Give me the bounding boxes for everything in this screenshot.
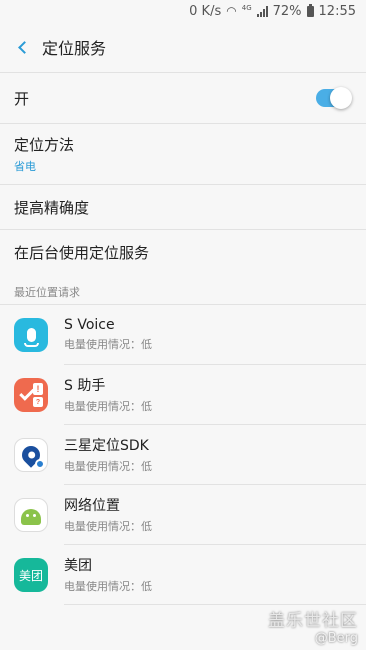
signal-icon (256, 5, 268, 17)
status-bar: 0 K/s ◠ 4G 72% 12:55 (0, 0, 366, 22)
watermark-author: @Berg (314, 631, 358, 646)
list-item[interactable]: 三星定位SDK 电量使用情况：低 (0, 425, 366, 485)
network-speed: 0 K/s (189, 3, 222, 19)
battery-icon (306, 3, 314, 17)
s-assistant-icon: !? (14, 378, 48, 412)
samsung-location-sdk-icon (14, 438, 48, 472)
s-voice-icon (14, 318, 48, 352)
app-name: S 助手 (64, 378, 106, 394)
location-master-switch-row[interactable]: 开 (0, 73, 366, 123)
battery-usage: 电量使用情况：低 (64, 338, 152, 351)
improve-accuracy-label: 提高精确度 (14, 198, 90, 217)
clock: 12:55 (318, 3, 356, 19)
battery-usage: 电量使用情况：低 (64, 400, 152, 413)
location-toggle[interactable] (316, 87, 352, 109)
list-item[interactable]: 网络位置 电量使用情况：低 (0, 485, 366, 545)
page-title: 定位服务 (42, 39, 107, 58)
list-item[interactable]: S Voice 电量使用情况：低 (0, 305, 366, 365)
watermark-title: 盖乐世社区 (268, 611, 358, 631)
battery-percent: 72% (272, 3, 302, 19)
location-method-row[interactable]: 定位方法 省电 (0, 124, 366, 184)
app-name: 美团 (64, 558, 92, 574)
app-name: S Voice (64, 317, 115, 333)
location-method-value: 省电 (14, 160, 36, 173)
location-method-label: 定位方法 (14, 136, 75, 154)
list-item[interactable]: !? S 助手 电量使用情况：低 (0, 365, 366, 425)
network-type: 4G (241, 4, 252, 12)
recent-requests-list: S Voice 电量使用情况：低 !? S 助手 电量使用情况：低 三星定位SD… (0, 305, 366, 605)
switch-label: 开 (14, 89, 30, 108)
background-location-label: 在后台使用定位服务 (14, 243, 150, 262)
list-item[interactable]: 美团 美团 电量使用情况：低 (0, 545, 366, 605)
recent-requests-header: 最近位置请求 (14, 286, 80, 299)
background-location-row[interactable]: 在后台使用定位服务 (0, 230, 366, 274)
wifi-icon: ◠ (226, 4, 237, 18)
battery-usage: 电量使用情况：低 (64, 580, 152, 593)
app-header: 定位服务 (0, 22, 366, 72)
app-name: 网络位置 (64, 498, 120, 514)
battery-usage: 电量使用情况：低 (64, 520, 152, 533)
back-arrow-icon[interactable] (12, 37, 32, 57)
improve-accuracy-row[interactable]: 提高精确度 (0, 185, 366, 229)
battery-usage: 电量使用情况：低 (64, 460, 152, 473)
toggle-knob (330, 87, 352, 109)
meituan-icon: 美团 (14, 558, 48, 592)
android-network-location-icon (14, 498, 48, 532)
app-name: 三星定位SDK (64, 438, 149, 454)
meituan-icon-text: 美团 (18, 568, 43, 583)
watermark: 盖乐世社区 @Berg (268, 606, 358, 646)
